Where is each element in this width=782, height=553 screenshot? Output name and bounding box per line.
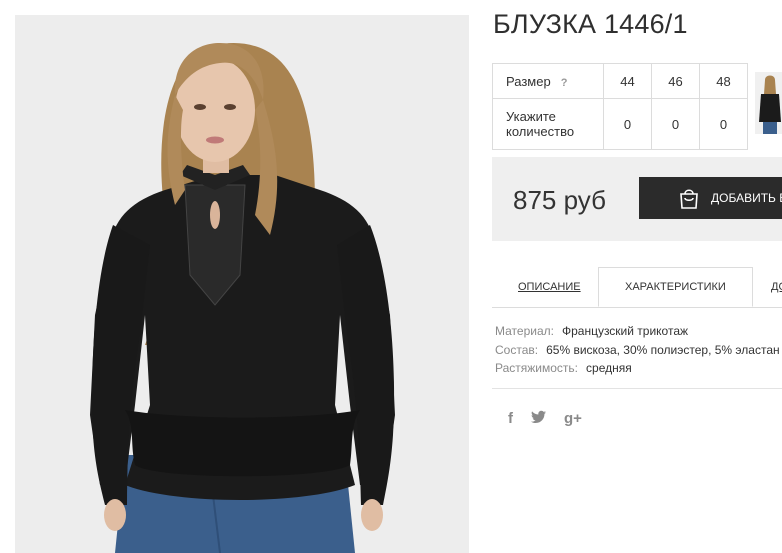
- size-44: 44: [603, 63, 652, 99]
- buy-box: 875 руб ДОБАВИТЬ В: [492, 157, 782, 241]
- product-photo[interactable]: [15, 15, 469, 553]
- add-to-cart-button[interactable]: ДОБАВИТЬ В: [639, 177, 782, 219]
- twitter-bird-icon: [531, 410, 546, 423]
- add-to-cart-label: ДОБАВИТЬ В: [711, 191, 782, 205]
- size-label-cell: Размер?: [492, 63, 604, 99]
- product-thumbnail[interactable]: [755, 72, 782, 134]
- quantity-label: Укажите количество: [492, 98, 604, 150]
- divider: [492, 388, 782, 389]
- spec-value: средняя: [586, 361, 632, 375]
- spec-value: Французский трикотаж: [561, 324, 689, 338]
- spec-row: Растяжимость: средняя: [495, 359, 780, 378]
- social-share: f g+: [508, 410, 582, 428]
- characteristics-list: Материал: Французский трикотаж Состав: 65%…: [495, 322, 780, 378]
- spec-key: Растяжимость:: [495, 361, 579, 375]
- spec-value: 65% вискоза, 30% полиэстер, 5% эластан: [546, 342, 780, 357]
- tab-description[interactable]: ОПИСАНИЕ: [518, 267, 581, 307]
- spec-key: Состав:: [495, 342, 539, 357]
- tab-characteristics[interactable]: ХАРАКТЕРИСТИКИ: [598, 267, 753, 307]
- tab-delivery[interactable]: ДО: [771, 267, 782, 307]
- size-48: 48: [699, 63, 748, 99]
- spec-key: Материал:: [495, 324, 554, 338]
- quantity-input-46[interactable]: 0: [651, 98, 700, 150]
- spec-row: Материал: Французский трикотаж: [495, 322, 780, 341]
- spec-row: Состав: 65% вискоза, 30% полиэстер, 5% эл…: [495, 341, 780, 360]
- facebook-icon[interactable]: f: [508, 410, 513, 428]
- size-row: Размер? 44 46 48: [492, 63, 748, 99]
- product-title: БЛУЗКА 1446/1: [493, 9, 688, 39]
- price: 875 руб: [513, 185, 606, 215]
- shopping-bag-icon: [680, 189, 698, 209]
- quantity-input-48[interactable]: 0: [699, 98, 748, 150]
- help-icon[interactable]: ?: [561, 77, 568, 89]
- twitter-icon[interactable]: [531, 410, 546, 428]
- size-46: 46: [651, 63, 700, 99]
- quantity-row: Укажите количество 0 0 0: [492, 98, 748, 150]
- model-illustration: [15, 15, 469, 553]
- size-table: Размер? 44 46 48 Укажите количество 0 0 …: [492, 63, 748, 150]
- googleplus-icon[interactable]: g+: [564, 410, 582, 428]
- info-tabs: ОПИСАНИЕ ХАРАКТЕРИСТИКИ ДО: [492, 267, 782, 308]
- size-label: Размер: [506, 73, 551, 89]
- quantity-input-44[interactable]: 0: [603, 98, 652, 150]
- thumbnail-image: [755, 72, 782, 134]
